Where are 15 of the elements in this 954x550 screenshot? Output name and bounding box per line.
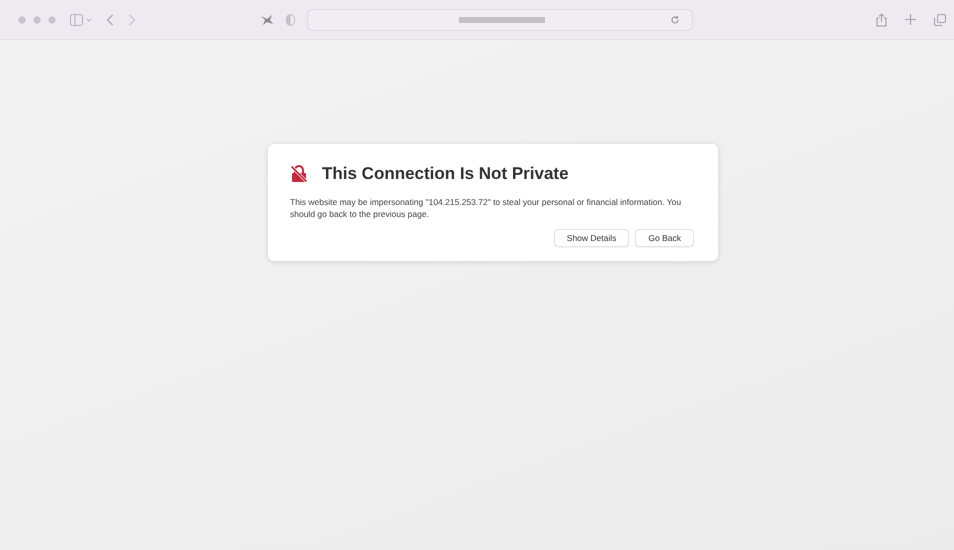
reload-icon[interactable] bbox=[670, 14, 680, 24]
privacy-icon[interactable] bbox=[286, 14, 295, 26]
warning-title: This Connection Is Not Private bbox=[322, 164, 569, 184]
new-tab-icon[interactable] bbox=[905, 14, 916, 25]
go-back-button[interactable]: Go Back bbox=[635, 229, 694, 247]
share-icon[interactable] bbox=[876, 12, 887, 26]
address-field[interactable] bbox=[307, 8, 693, 30]
tabs-overview-icon[interactable] bbox=[934, 14, 946, 26]
back-icon[interactable] bbox=[106, 14, 114, 26]
broken-lock-icon bbox=[290, 165, 308, 183]
window-controls-icon[interactable] bbox=[18, 16, 56, 24]
warning-message: This website may be impersonating "104.215.253.72" to steal your personal or financial information. You should go back to the previous page. bbox=[290, 196, 682, 220]
sidebar-icon[interactable] bbox=[70, 14, 92, 26]
forward-icon[interactable] bbox=[128, 14, 136, 26]
show-details-button[interactable]: Show Details bbox=[554, 229, 630, 247]
